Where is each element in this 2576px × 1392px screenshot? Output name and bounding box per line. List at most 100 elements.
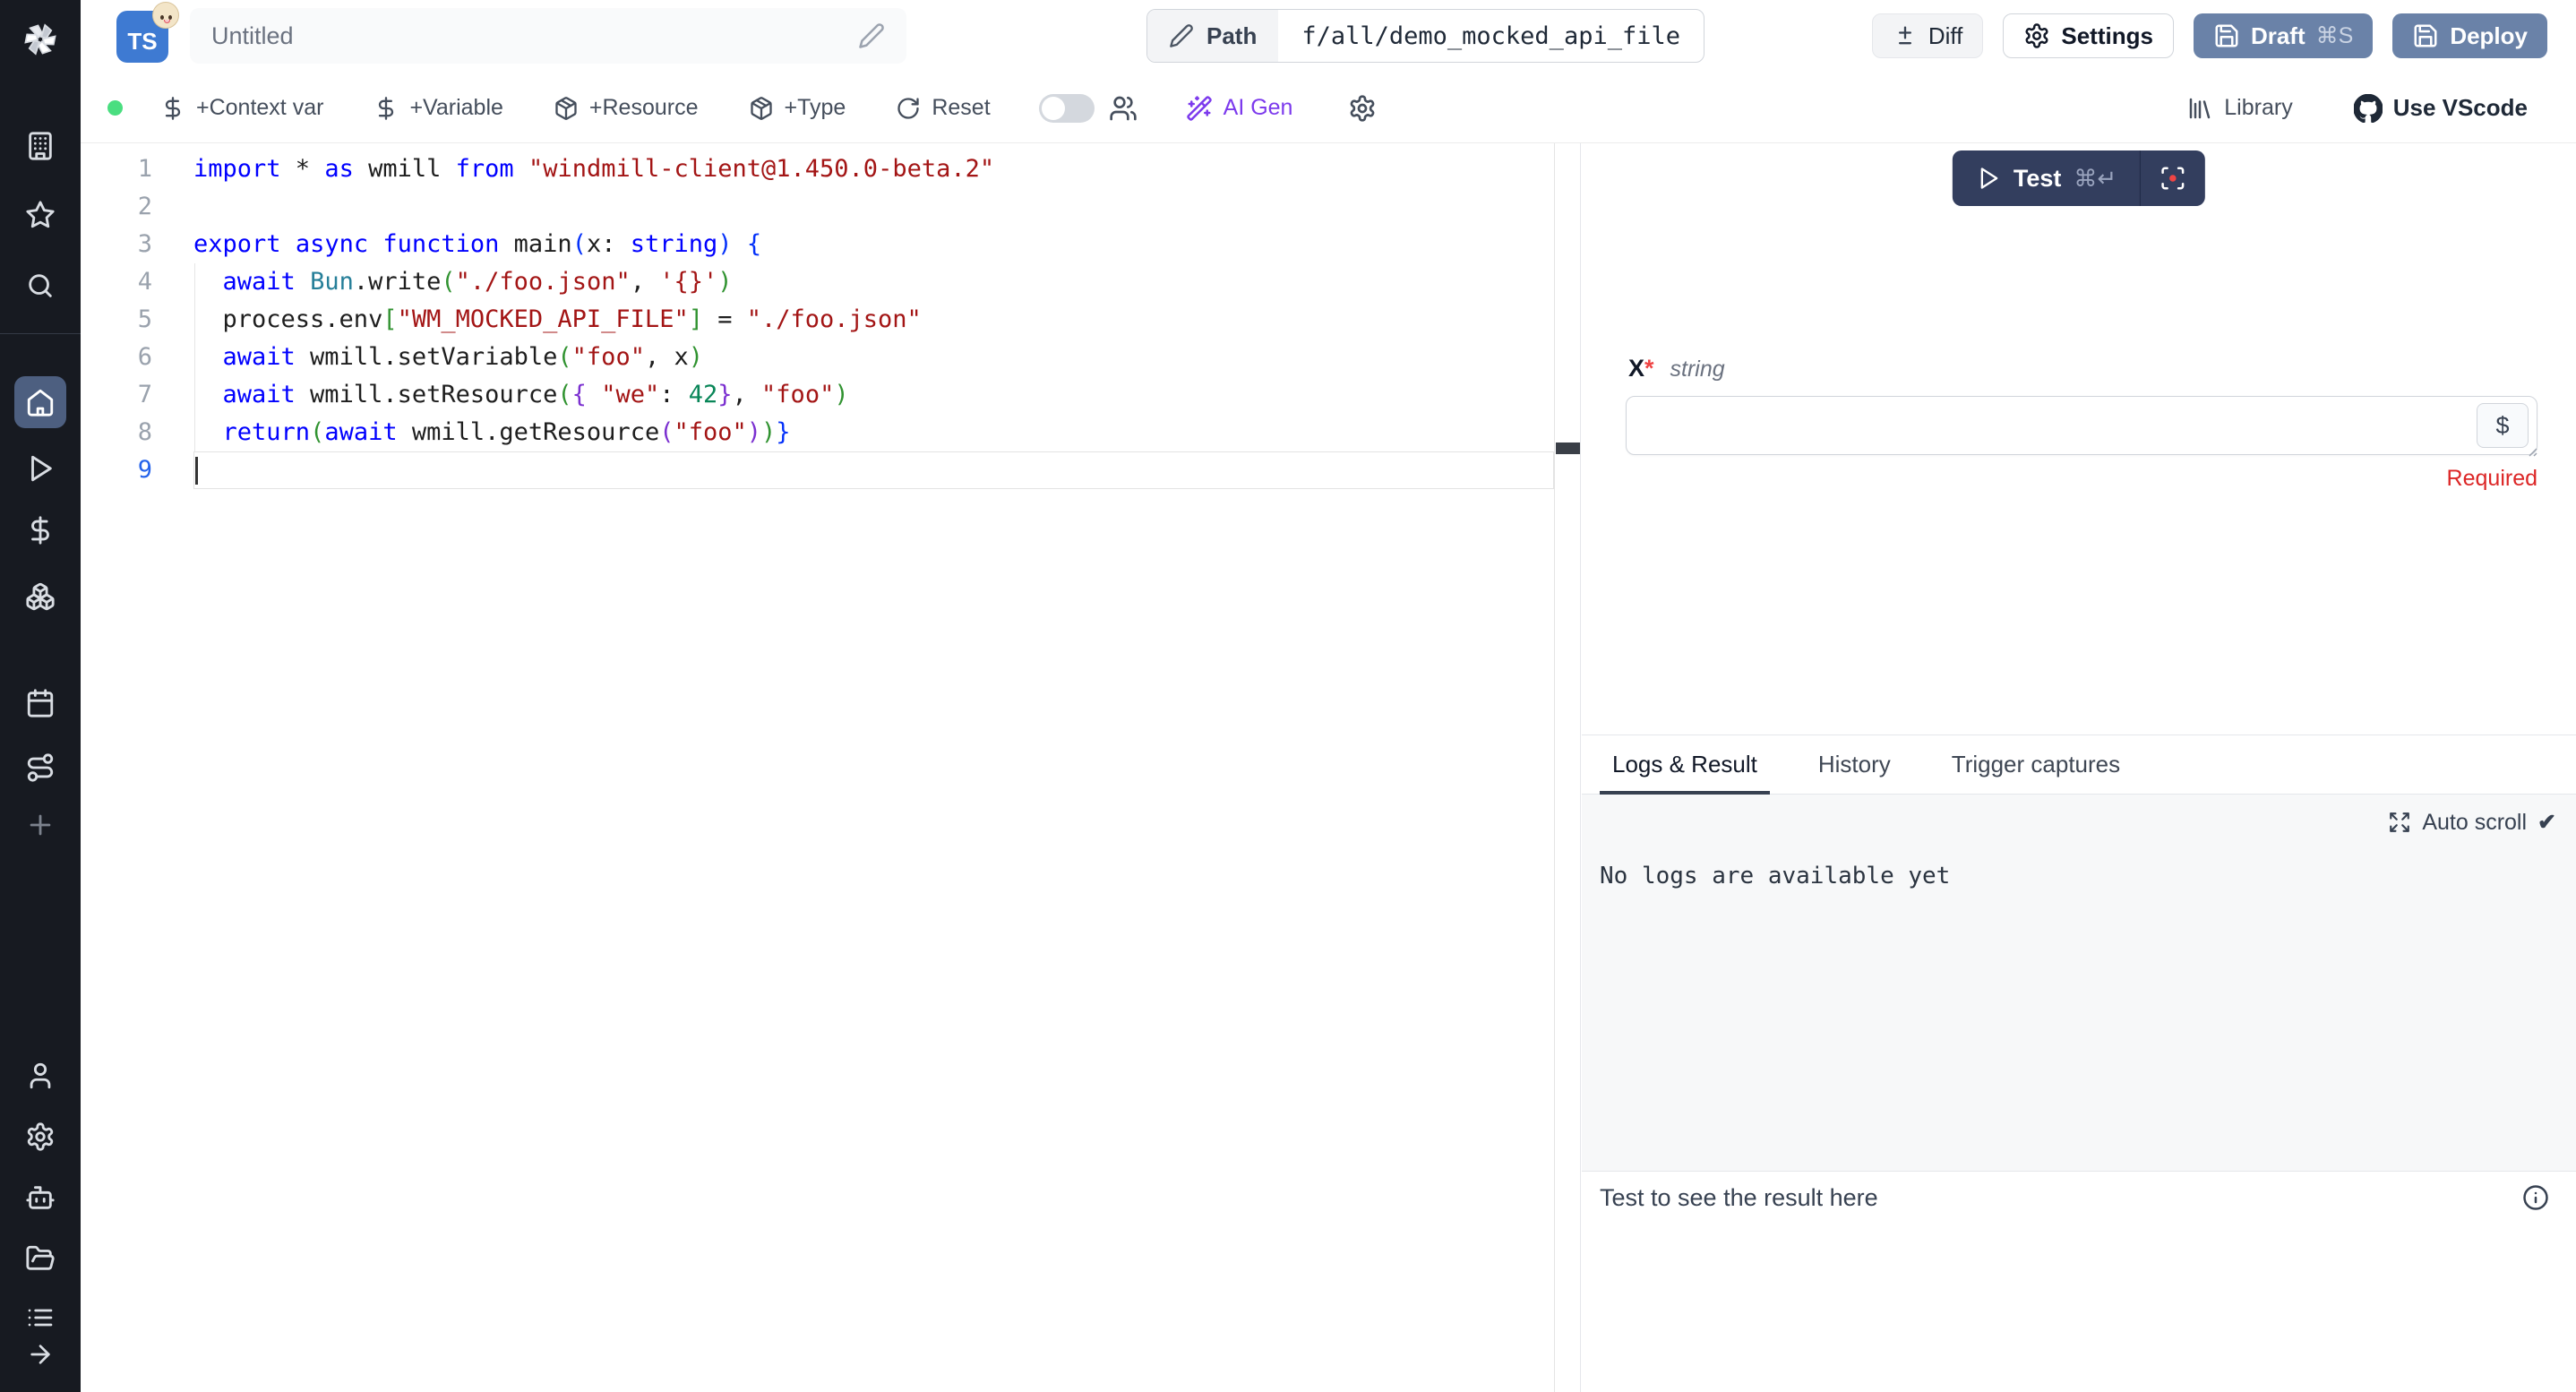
code-line[interactable]: import * as wmill from "windmill-client@… (193, 150, 1554, 188)
code-token (193, 343, 223, 371)
code-token: "./foo.json" (747, 305, 922, 333)
sidebar-item-logs[interactable] (14, 1298, 66, 1337)
code-line[interactable]: export async function main(x: string) { (193, 226, 1554, 263)
ai-gen-button[interactable]: AI Gen (1173, 88, 1306, 129)
code-token: "windmill-client@1.450.0-beta.2" (528, 155, 994, 183)
tab-trigger-captures[interactable]: Trigger captures (1939, 735, 2133, 794)
code-line[interactable] (193, 451, 1554, 489)
settings-button[interactable]: Settings (2003, 13, 2174, 58)
code-token: function (382, 230, 499, 258)
code-token: ( (441, 268, 455, 296)
code-token: .write (354, 268, 442, 296)
code-line[interactable]: await Bun.write("./foo.json", '{}') (193, 263, 1554, 301)
pane-splitter[interactable] (1580, 143, 1581, 1392)
code-token: return (223, 418, 311, 446)
sidebar-item-runs[interactable] (14, 443, 66, 494)
info-icon[interactable] (2522, 1184, 2549, 1211)
code-token: async (296, 230, 368, 258)
auto-scroll-toggle[interactable]: Auto scroll ✔ (2388, 809, 2556, 836)
diff-button[interactable]: Diff (1872, 13, 1984, 58)
argument-input[interactable]: $ (1626, 396, 2537, 455)
draft-shortcut: ⌘S (2316, 22, 2354, 49)
tab-logs-result[interactable]: Logs & Result (1600, 735, 1770, 794)
reset-label: Reset (932, 95, 990, 121)
insert-variable-button[interactable]: $ (2477, 403, 2529, 448)
sidebar-item-workers[interactable] (14, 1172, 66, 1224)
resize-handle-icon[interactable] (2524, 443, 2538, 458)
code-line[interactable]: process.env["WM_MOCKED_API_FILE"] = "./f… (193, 301, 1554, 339)
draft-button[interactable]: Draft ⌘S (2194, 13, 2373, 58)
code-line[interactable]: await wmill.setResource({ "we": 42}, "fo… (193, 376, 1554, 414)
code-token: : (659, 381, 689, 408)
script-title-field[interactable]: Untitled (190, 8, 906, 64)
magic-wand-icon (1186, 95, 1213, 122)
assistant-toggle[interactable] (1039, 94, 1095, 123)
library-button[interactable]: Library (2174, 88, 2305, 129)
sidebar-expand-button[interactable] (14, 1336, 66, 1372)
sidebar-item-workspace[interactable] (14, 120, 66, 172)
sidebar-item-add[interactable] (14, 799, 66, 851)
search-icon (25, 271, 56, 301)
windmill-script-editor: TS Untitled Path f/all/demo_mocked_api_f… (0, 0, 2576, 1392)
code-line[interactable]: await wmill.setVariable("foo", x) (193, 339, 1554, 376)
code-token: await (223, 381, 296, 408)
users-icon[interactable] (1109, 94, 1138, 123)
sidebar-item-user[interactable] (14, 1050, 66, 1102)
add-variable-button[interactable]: +Variable (361, 88, 515, 128)
code-token: "foo" (761, 381, 834, 408)
required-asterisk: * (1644, 355, 1654, 382)
context-var-label: +Context var (196, 95, 323, 121)
sidebar-item-search[interactable] (14, 260, 66, 312)
diff-icon (1893, 23, 1918, 48)
sidebar-item-triggers[interactable] (14, 742, 66, 794)
deploy-button[interactable]: Deploy (2392, 13, 2547, 58)
library-icon (2186, 95, 2213, 122)
deploy-label: Deploy (2450, 22, 2528, 50)
code-token: import (193, 155, 281, 183)
code-token (193, 418, 223, 446)
sidebar-item-settings[interactable] (14, 1111, 66, 1163)
code-editor[interactable]: 123456789 import * as wmill from "windmi… (81, 143, 1581, 1392)
sidebar-item-home[interactable] (14, 376, 66, 428)
capture-test-button[interactable] (2141, 150, 2205, 206)
test-button-group: Test ⌘↵ (1953, 150, 2205, 206)
sidebar-item-folders[interactable] (14, 1233, 66, 1285)
add-type-button[interactable]: +Type (736, 88, 859, 128)
code-token: wmill.getResource (398, 418, 660, 446)
path-field[interactable]: Path f/all/demo_mocked_api_file (1146, 9, 1704, 63)
code-line[interactable]: return(await wmill.getResource("foo"))} (193, 414, 1554, 451)
editor-gutter: 123456789 (81, 150, 193, 489)
add-context-var-button[interactable]: +Context var (148, 88, 336, 128)
sidebar-item-favorites[interactable] (14, 189, 66, 241)
tab-history[interactable]: History (1806, 735, 1903, 794)
use-vscode-button[interactable]: Use VScode (2341, 87, 2540, 130)
text-cursor (195, 457, 198, 485)
windmill-logo-icon[interactable] (14, 13, 66, 65)
user-icon (25, 1061, 56, 1091)
edit-pencil-icon[interactable] (858, 22, 885, 49)
code-token: ( (557, 381, 571, 408)
editor-overview-ruler[interactable] (1556, 143, 1580, 1392)
test-button[interactable]: Test ⌘↵ (1953, 150, 2140, 206)
code-token: ( (310, 418, 324, 446)
code-token: ) (761, 418, 776, 446)
code-token: "./foo.json" (456, 268, 631, 296)
code-content[interactable]: import * as wmill from "windmill-client@… (193, 150, 1554, 489)
sidebar-item-schedules[interactable] (14, 677, 66, 729)
gear-icon (25, 1121, 56, 1152)
code-token: } (717, 381, 732, 408)
add-resource-button[interactable]: +Resource (541, 88, 711, 128)
editor-settings-button[interactable] (1335, 87, 1389, 130)
sidebar-item-resources[interactable] (14, 571, 66, 623)
diff-label: Diff (1928, 22, 1963, 50)
test-panel: Test ⌘↵ X * string $ Required Logs & Res… (1582, 143, 2576, 1392)
code-token: { (572, 381, 587, 408)
dollar-sign-icon (374, 96, 399, 121)
reset-button[interactable]: Reset (883, 88, 1002, 128)
code-line[interactable] (193, 188, 1554, 226)
sidebar-item-variables[interactable] (14, 504, 66, 556)
code-token: Bun (310, 268, 354, 296)
test-label: Test (2014, 165, 2062, 193)
dollar-sign-icon (25, 515, 56, 546)
argument-name: X (1628, 355, 1644, 382)
